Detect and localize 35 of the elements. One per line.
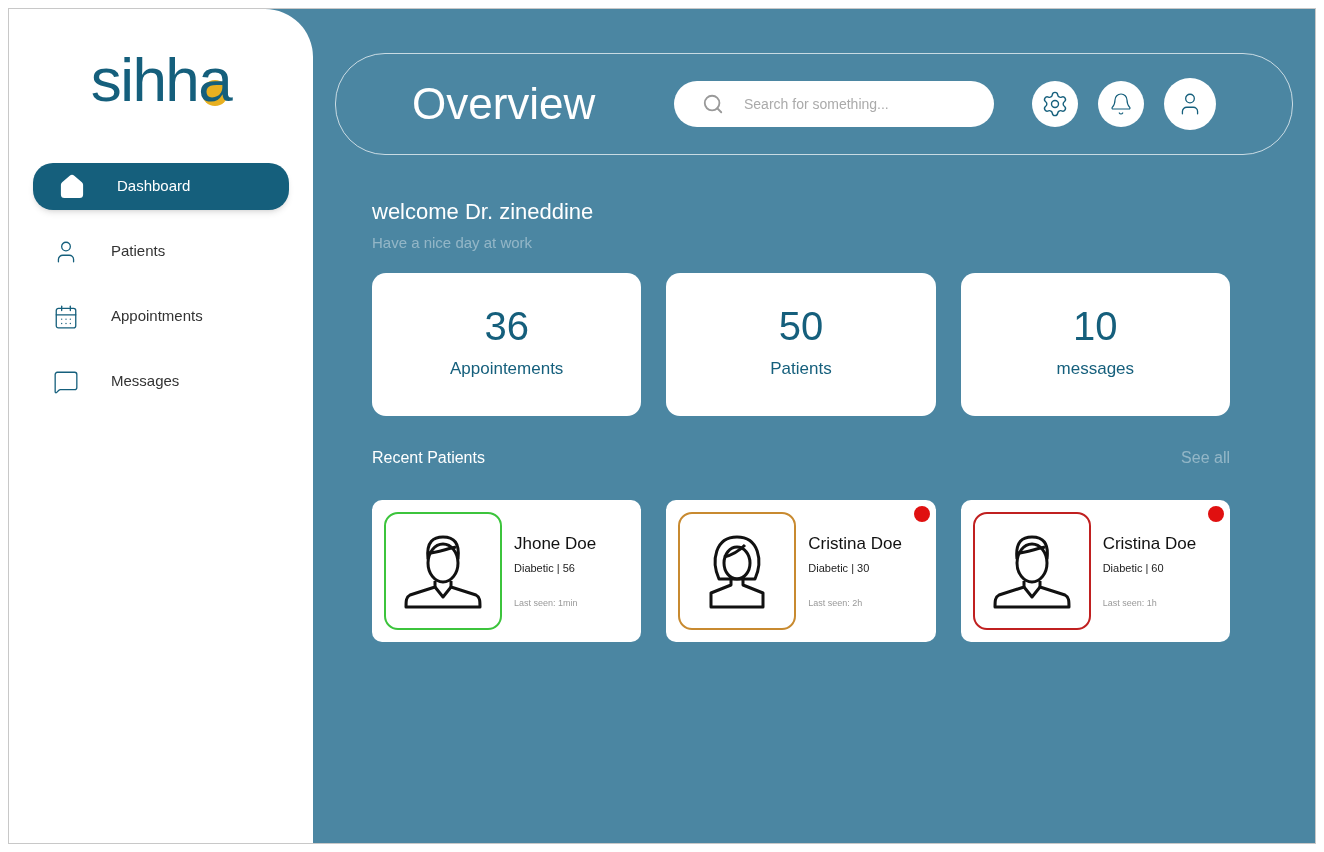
patient-card[interactable]: Cristina Doe Diabetic | 60 Last seen: 1h [960,499,1230,642]
search-icon [702,93,724,115]
nav-item[interactable]: Appointments [33,293,289,340]
home-icon [59,173,85,200]
nav-item[interactable]: Dashboard [33,163,289,210]
search-field[interactable]: Search for something... [674,81,994,127]
last-seen: Last seen: 1h [1102,596,1158,610]
stat-label: messages [1056,358,1135,381]
bell-icon [1109,92,1133,116]
last-seen: Last seen: 1min [514,596,579,610]
section-title: Recent Patients [372,447,485,468]
stat-label: Patients [770,358,832,381]
patient-name: Cristina Doe [808,532,902,555]
patient-info: Diabetic | 60 [1102,561,1165,577]
settings-icon [1041,90,1069,118]
stat-value: 50 [778,306,824,347]
patient-info: Diabetic | 56 [514,561,576,577]
patient-name: Cristina Doe [1102,532,1197,555]
nav-item[interactable]: Messages [33,358,289,405]
patient-name: Jhone Doe [514,532,597,555]
notifications-button[interactable] [1098,81,1144,127]
profile-button[interactable] [1164,78,1216,130]
page-title: Overview [412,78,597,130]
welcome-subtitle: Have a nice day at work [372,233,534,253]
stat-value: 10 [1073,306,1118,347]
stat-label: Appointements [449,358,564,381]
settings-button[interactable] [1032,81,1078,127]
last-seen: Last seen: 2h [808,596,864,610]
welcome-title: welcome Dr. zineddine [372,198,595,226]
patient-info: Diabetic | 30 [808,561,871,577]
stat-value: 36 [484,306,529,347]
nav-item[interactable]: Patients [33,228,289,275]
patient-card[interactable]: Cristina Doe Diabetic | 30 Last seen: 2h [666,499,936,642]
patient-card[interactable]: Jhone Doe Diabetic | 56 Last seen: 1min [372,499,642,642]
calendar-icon [53,303,79,330]
